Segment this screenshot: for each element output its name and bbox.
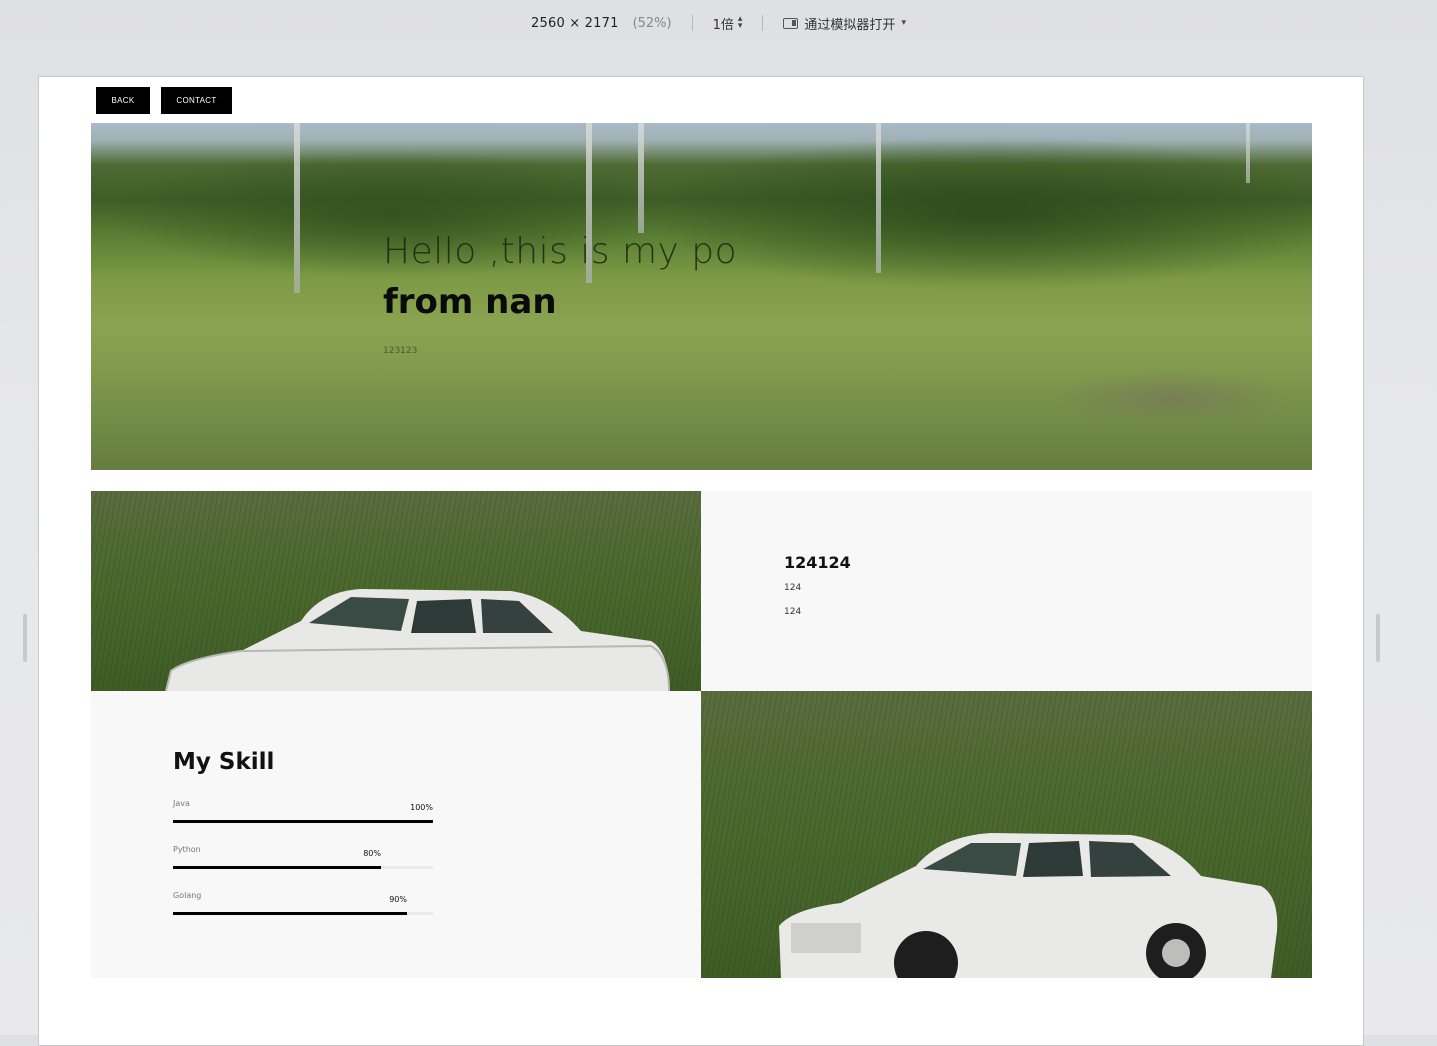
hero-headline: Hello ,this is my po	[383, 231, 738, 272]
skill-item: Python 80%	[173, 845, 433, 875]
hero-banner: Hello ,this is my po from nan 123123	[91, 123, 1312, 470]
sort-updown-icon: ▴ ▾	[737, 14, 743, 31]
info-panel: 124124 124 124	[701, 491, 1312, 691]
resize-handle-left[interactable]	[23, 614, 27, 662]
skill-percent: 80%	[363, 849, 381, 858]
resize-handle-right[interactable]	[1376, 614, 1380, 662]
simulator-toolbar: 2560 × 2171 (52%) 1倍 ▴ ▾ 通过模拟器打开 ▾	[0, 0, 1437, 46]
info-text: 124	[784, 583, 802, 593]
car-image	[779, 833, 1278, 978]
skill-name: Python	[173, 845, 201, 854]
skill-name: Golang	[173, 891, 202, 900]
skill-item: Java 100%	[173, 799, 433, 829]
skills-panel: My Skill Java 100% Python 80% Golang 90%	[91, 691, 701, 978]
skill-percent: 90%	[389, 895, 407, 904]
chevron-down-icon: ▾	[901, 18, 906, 28]
skill-progress-fill	[173, 912, 407, 915]
zoom-select[interactable]: 1倍 ▴ ▾	[713, 14, 743, 33]
hero-subheadline: from nan	[383, 282, 557, 322]
background-pole	[1246, 123, 1250, 183]
open-in-simulator-button[interactable]: 通过模拟器打开 ▾	[783, 14, 906, 33]
car-photo-top	[91, 491, 701, 691]
skill-item: Golang 90%	[173, 891, 433, 921]
skills-title: My Skill	[173, 749, 275, 775]
background-pole	[294, 123, 300, 293]
car-image	[165, 589, 670, 691]
info-title: 124124	[784, 553, 851, 572]
back-button[interactable]: BACK	[96, 87, 150, 114]
skill-percent: 100%	[410, 803, 433, 812]
hero-caption: 123123	[383, 346, 418, 356]
background-pole	[876, 123, 881, 273]
device-preview: BACK CONTACT Hello ,this is my po from n…	[38, 76, 1364, 1046]
toolbar-divider	[762, 15, 764, 31]
open-in-simulator-label: 通过模拟器打开	[804, 17, 896, 33]
skill-progress-track	[173, 820, 433, 823]
background-pole	[638, 123, 644, 233]
canvas-dimensions: 2560 × 2171	[531, 15, 619, 31]
info-text: 124	[784, 607, 802, 617]
skill-progress-track	[173, 866, 433, 869]
car-photo-bottom	[701, 691, 1312, 978]
contact-button[interactable]: CONTACT	[161, 87, 232, 114]
scale-percent: (52%)	[632, 15, 672, 31]
simulator-icon	[783, 17, 799, 29]
hero-text: Hello ,this is my po from nan 123123	[383, 231, 737, 356]
skill-progress-fill	[173, 866, 381, 869]
skill-progress-track	[173, 912, 433, 915]
skill-name: Java	[173, 799, 190, 808]
toolbar-divider	[691, 15, 693, 31]
zoom-value: 1倍	[712, 17, 734, 33]
skill-progress-fill	[173, 820, 433, 823]
